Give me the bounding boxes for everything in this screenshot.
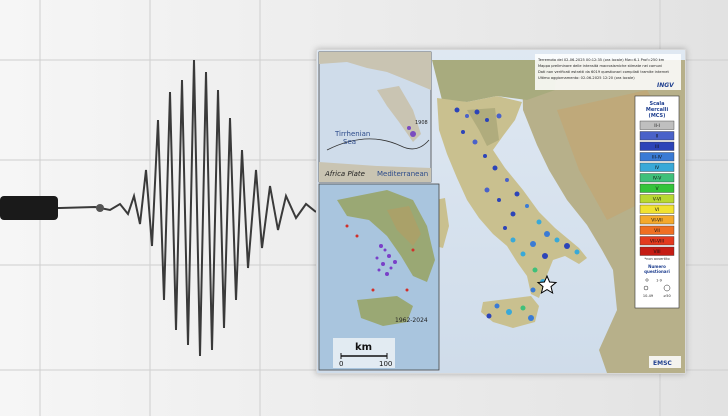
svg-text:0: 0 <box>339 360 343 368</box>
legend-swatch-label: III-IV <box>652 155 663 161</box>
svg-text:Mappa preliminare delle intens: Mappa preliminare delle intensità macros… <box>538 64 662 68</box>
svg-text:100: 100 <box>379 360 392 368</box>
inset-mediterranean-label: Mediterranean <box>377 170 428 178</box>
legend-swatch-label: VII-VIII <box>650 239 664 245</box>
svg-text:Ultimo aggiornamento: 02-06-20: Ultimo aggiornamento: 02-06-2025 12:20 (… <box>538 76 635 80</box>
legend-swatch-label: VI-VII <box>651 218 663 224</box>
legend-swatch-label: II <box>656 134 659 140</box>
svg-text:Terremoto del 02-06-2025 00:12: Terremoto del 02-06-2025 00:12:35 (ora l… <box>537 58 665 62</box>
inset-period-label: 1962-2024 <box>395 317 428 324</box>
svg-text:Sea: Sea <box>343 138 356 146</box>
inset-plate-label: Africa Plate <box>324 170 365 178</box>
intensity-map-card: Tirrhenian Sea Mediterranean Africa Plat… <box>316 49 686 374</box>
svg-text:10-49: 10-49 <box>643 294 653 298</box>
inset-sea-label: Tirrhenian <box>334 130 370 138</box>
legend-swatch-label: III <box>655 144 659 150</box>
svg-text:questionari: questionari <box>644 269 670 274</box>
tectonic-inset: Tirrhenian Sea Mediterranean Africa Plat… <box>318 51 432 183</box>
intensity-map: Tirrhenian Sea Mediterranean Africa Plat… <box>317 50 685 373</box>
svg-text:≥50: ≥50 <box>663 294 670 298</box>
legend-swatch-label: VI <box>655 207 659 213</box>
legend-swatch-label: VIII <box>653 249 660 255</box>
legend-swatch-label: IV-V <box>653 176 663 182</box>
svg-text:*non avvertito: *non avvertito <box>644 257 669 261</box>
emsc-credit: EMSC <box>653 360 672 367</box>
legend-swatch-label: V-VI <box>653 197 662 203</box>
svg-text:(MCS): (MCS) <box>649 113 666 119</box>
svg-text:Dati non verificati estratti d: Dati non verificati estratti da 6019 que… <box>538 70 669 74</box>
agency-logo: INGV <box>657 82 675 89</box>
seismicity-inset: 1962-2024 km 0 100 <box>318 183 440 371</box>
legend-swatch-label: II-I <box>654 123 660 129</box>
stylus <box>0 196 58 220</box>
mcs-legend: Scala Mercalli (MCS) II-IIIIIIIII-IVIVIV… <box>634 95 680 309</box>
svg-text:1-9: 1-9 <box>656 279 662 283</box>
inset-year-label: 1908 <box>415 120 428 126</box>
map-header: Terremoto del 02-06-2025 00:12:35 (ora l… <box>535 54 681 90</box>
legend-swatch-label: VII <box>654 228 660 234</box>
scale-bar-unit: km <box>355 342 372 353</box>
